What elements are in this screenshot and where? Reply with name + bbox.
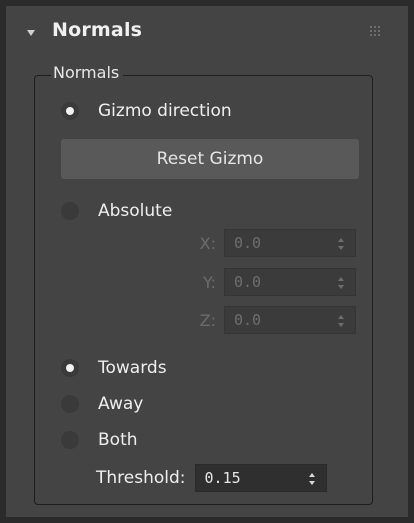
- radio-button-unchecked[interactable]: [61, 395, 79, 413]
- radio-both[interactable]: Both: [61, 428, 138, 452]
- spinner-arrows-icon[interactable]: [308, 473, 316, 485]
- spinner-arrows-icon: [338, 277, 345, 289]
- x-spinner: 0.0: [224, 229, 356, 257]
- threshold-spinner[interactable]: 0.15: [194, 464, 327, 492]
- radio-gizmo-direction[interactable]: Gizmo direction: [61, 99, 232, 123]
- z-label: Z:: [199, 310, 216, 330]
- threshold-value[interactable]: 0.15: [205, 469, 241, 487]
- spinner-arrows-icon: [338, 315, 345, 327]
- radio-label-absolute: Absolute: [98, 201, 173, 221]
- radio-label-away: Away: [98, 394, 144, 414]
- radio-label-gizmo-direction: Gizmo direction: [98, 101, 232, 121]
- y-label: Y:: [202, 272, 216, 292]
- radio-absolute[interactable]: Absolute: [61, 199, 172, 223]
- threshold-label: Threshold:: [96, 468, 186, 488]
- rollout-header[interactable]: Normals: [6, 6, 408, 58]
- reset-gizmo-button[interactable]: Reset Gizmo: [61, 139, 359, 179]
- drag-grip-icon[interactable]: [370, 26, 382, 36]
- radio-button-unchecked[interactable]: [61, 202, 79, 220]
- rollout-panel: Normals Normals Gizmo direction Reset Gi…: [6, 6, 408, 517]
- triangle-down-icon[interactable]: [27, 30, 35, 36]
- threshold-row: Threshold: 0.15: [96, 463, 327, 493]
- rollout-title[interactable]: Normals: [52, 19, 142, 41]
- y-spinner: 0.0: [224, 268, 356, 296]
- y-spinner-row: Y: 0.0: [186, 267, 356, 297]
- radio-button-unchecked[interactable]: [61, 431, 79, 449]
- x-label: X:: [199, 233, 216, 253]
- radio-label-both: Both: [98, 430, 138, 450]
- z-spinner: 0.0: [224, 306, 356, 334]
- z-value: 0.0: [234, 311, 262, 329]
- radio-button-checked[interactable]: [61, 359, 79, 377]
- radio-towards[interactable]: Towards: [61, 356, 167, 380]
- radio-label-towards: Towards: [98, 358, 167, 378]
- x-value: 0.0: [234, 234, 262, 252]
- radio-away[interactable]: Away: [61, 392, 143, 416]
- group-label: Normals: [51, 63, 124, 82]
- y-value: 0.0: [234, 273, 262, 291]
- x-spinner-row: X: 0.0: [186, 228, 356, 258]
- radio-button-checked[interactable]: [61, 102, 79, 120]
- spinner-arrows-icon: [338, 238, 345, 250]
- z-spinner-row: Z: 0.0: [186, 305, 356, 335]
